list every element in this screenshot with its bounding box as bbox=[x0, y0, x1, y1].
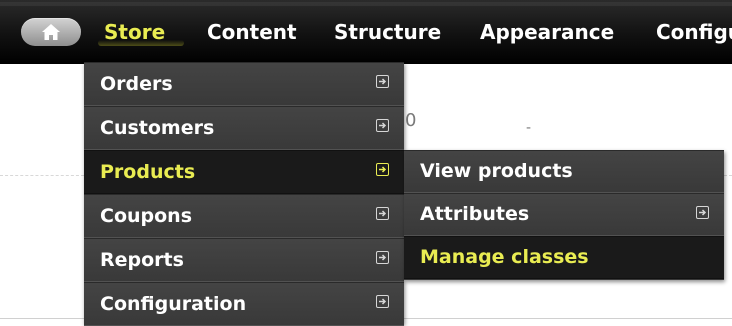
menu-item-label: Attributes bbox=[420, 203, 530, 225]
menu-item-label: Coupons bbox=[100, 205, 193, 227]
toolbar-item-structure[interactable]: Structure bbox=[334, 19, 441, 45]
menu-item-customers[interactable]: Customers bbox=[84, 106, 404, 150]
toolbar-item-appearance[interactable]: Appearance bbox=[480, 19, 614, 45]
submenu-item-view-products[interactable]: View products bbox=[404, 150, 724, 193]
products-submenu: View products Attributes Manage classes bbox=[404, 150, 724, 280]
menu-item-label: Configuration bbox=[100, 293, 247, 315]
arrow-right-icon bbox=[376, 75, 389, 88]
toolbar-item-configuration[interactable]: Configu bbox=[656, 19, 732, 45]
toolbar-highlight bbox=[0, 2, 732, 6]
page-divider bbox=[0, 175, 84, 176]
menu-item-coupons[interactable]: Coupons bbox=[84, 194, 404, 238]
page-text-fragment: - bbox=[526, 120, 532, 136]
submenu-item-attributes[interactable]: Attributes bbox=[404, 193, 724, 236]
menu-item-label: Reports bbox=[100, 249, 184, 271]
menu-item-label: Manage classes bbox=[420, 246, 589, 268]
arrow-right-icon bbox=[376, 119, 389, 132]
arrow-right-icon bbox=[376, 251, 389, 264]
menu-item-label: Customers bbox=[100, 117, 215, 139]
arrow-right-icon bbox=[376, 207, 389, 220]
page-divider bbox=[724, 175, 732, 176]
menu-item-products[interactable]: Products bbox=[84, 150, 404, 194]
home-button[interactable] bbox=[21, 18, 81, 46]
admin-toolbar: Store Content Structure Appearance Confi… bbox=[0, 0, 732, 64]
page-text-fragment: 0 bbox=[405, 110, 417, 131]
arrow-right-icon bbox=[376, 295, 389, 308]
menu-item-label: Products bbox=[100, 161, 196, 183]
arrow-right-icon bbox=[696, 206, 709, 219]
menu-item-orders[interactable]: Orders bbox=[84, 62, 404, 106]
menu-item-label: Orders bbox=[100, 73, 173, 95]
home-icon bbox=[41, 23, 61, 41]
toolbar-item-store[interactable]: Store bbox=[104, 19, 165, 45]
menu-item-reports[interactable]: Reports bbox=[84, 238, 404, 282]
menu-item-label: View products bbox=[420, 160, 573, 182]
submenu-item-manage-classes[interactable]: Manage classes bbox=[404, 236, 724, 279]
menu-item-configuration[interactable]: Configuration bbox=[84, 282, 404, 326]
toolbar-item-content[interactable]: Content bbox=[207, 19, 297, 45]
arrow-right-icon bbox=[376, 163, 389, 176]
store-menu: Orders Customers Products Coupons Report… bbox=[84, 62, 404, 326]
